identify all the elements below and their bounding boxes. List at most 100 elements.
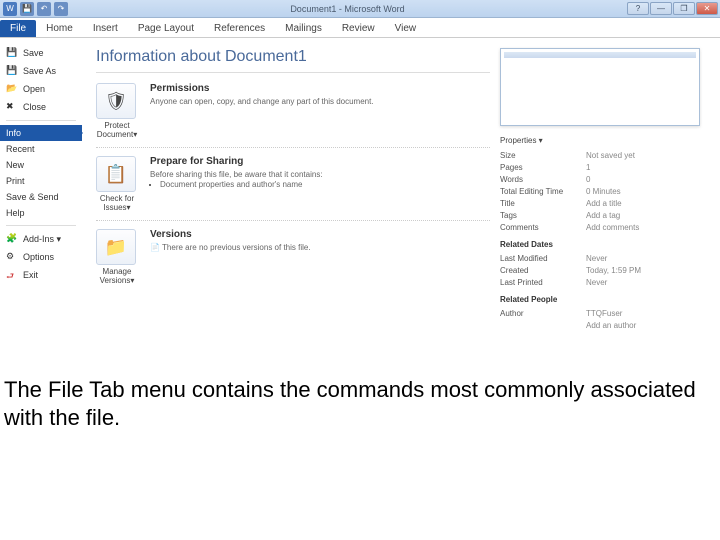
prop-value: 1 <box>586 163 590 172</box>
prop-row: TagsAdd a tag <box>500 211 706 220</box>
prop-key: Last Printed <box>500 278 586 287</box>
sidebar-item-label: New <box>6 160 24 170</box>
prop-row: Last ModifiedNever <box>500 254 706 263</box>
section-list-item: Document properties and author's name <box>160 180 490 190</box>
prop-row: TitleAdd a title <box>500 199 706 208</box>
button-label: Manage Versions▾ <box>100 267 135 285</box>
sidebar-item-new[interactable]: New <box>0 157 82 173</box>
sidebar-item-save[interactable]: 💾 Save <box>0 44 82 62</box>
tab-insert[interactable]: Insert <box>83 20 128 37</box>
sidebar-item-label: Help <box>6 208 25 218</box>
undo-icon[interactable]: ↶ <box>37 2 51 16</box>
sidebar-item-save-as[interactable]: 💾 Save As <box>0 62 82 80</box>
document-preview[interactable] <box>500 48 700 126</box>
prop-value[interactable]: Add comments <box>586 223 639 232</box>
prop-value: Never <box>586 254 607 263</box>
prop-key: Size <box>500 151 586 160</box>
save-icon[interactable]: 💾 <box>20 2 34 16</box>
prop-key: Tags <box>500 211 586 220</box>
sidebar-item-label: Save <box>23 48 44 58</box>
sidebar-item-label: Add-Ins ▾ <box>23 234 61 245</box>
exit-icon: ⮐ <box>6 269 18 281</box>
options-icon: ⚙ <box>6 251 18 263</box>
sidebar-item-label: Exit <box>23 270 38 280</box>
prop-row: Last PrintedNever <box>500 278 706 287</box>
check-issues-button[interactable]: 📋 Check for Issues▾ <box>96 156 138 212</box>
close-button[interactable]: ✕ <box>696 2 718 15</box>
prop-value[interactable]: Add a title <box>586 199 622 208</box>
prop-value: 0 <box>586 175 590 184</box>
prop-value: Never <box>586 278 607 287</box>
button-label: Check for Issues▾ <box>100 194 134 212</box>
versions-note-icon: 📄 <box>150 243 162 252</box>
versions-icon: 📁 <box>105 237 127 258</box>
ribbon-tabs: File Home Insert Page Layout References … <box>0 18 720 38</box>
prop-row: CommentsAdd comments <box>500 223 706 232</box>
properties-column: Properties ▾ SizeNot saved yet Pages1 Wo… <box>500 48 706 362</box>
tab-view[interactable]: View <box>385 20 427 37</box>
sidebar-item-print[interactable]: Print <box>0 173 82 189</box>
prop-value[interactable]: Add a tag <box>586 211 620 220</box>
tab-mailings[interactable]: Mailings <box>275 20 332 37</box>
tab-page-layout[interactable]: Page Layout <box>128 20 204 37</box>
sidebar-item-options[interactable]: ⚙ Options <box>0 248 82 266</box>
sidebar-item-save-send[interactable]: Save & Send <box>0 189 82 205</box>
tab-file[interactable]: File <box>0 20 36 37</box>
prop-value: TTQFuser <box>586 309 622 318</box>
sidebar-item-label: Recent <box>6 144 35 154</box>
section-prepare-sharing: 📋 Check for Issues▾ Prepare for Sharing … <box>96 156 490 221</box>
help-button[interactable]: ? <box>627 2 649 15</box>
sidebar-item-label: Options <box>23 252 54 262</box>
save-as-icon: 💾 <box>6 65 18 77</box>
divider <box>96 72 490 73</box>
section-permissions: 🛡 Protect Document▾ Permissions Anyone c… <box>96 83 490 148</box>
minimize-button[interactable]: — <box>650 2 672 15</box>
tab-home[interactable]: Home <box>36 20 83 37</box>
related-dates-heading: Related Dates <box>500 240 706 249</box>
quick-access-toolbar: W 💾 ↶ ↷ <box>0 2 68 16</box>
properties-header[interactable]: Properties ▾ <box>500 136 706 145</box>
sidebar-item-label: Close <box>23 102 46 112</box>
section-note: There are no previous versions of this f… <box>162 243 311 252</box>
backstage-main: Information about Document1 🛡 Protect Do… <box>82 38 720 368</box>
protect-document-button[interactable]: 🛡 Protect Document▾ <box>96 83 138 139</box>
save-icon: 💾 <box>6 47 18 59</box>
redo-icon[interactable]: ↷ <box>54 2 68 16</box>
prop-row: SizeNot saved yet <box>500 151 706 160</box>
prop-row: Add an author <box>500 321 706 330</box>
open-icon: 📂 <box>6 83 18 95</box>
prop-row: CreatedToday, 1:59 PM <box>500 266 706 275</box>
sidebar-item-help[interactable]: Help <box>0 205 82 221</box>
button-label: Protect Document▾ <box>97 121 137 139</box>
word-icon: W <box>3 2 17 16</box>
prop-row: AuthorTTQFuser <box>500 309 706 318</box>
tab-review[interactable]: Review <box>332 20 385 37</box>
section-heading: Permissions <box>150 83 490 94</box>
section-text: Before sharing this file, be aware that … <box>150 170 490 191</box>
maximize-button[interactable]: ❐ <box>673 2 695 15</box>
section-versions: 📁 Manage Versions▾ Versions 📄 There are … <box>96 229 490 293</box>
sidebar-item-exit[interactable]: ⮐ Exit <box>0 266 82 284</box>
sidebar-item-label: Save & Send <box>6 192 59 202</box>
titlebar: W 💾 ↶ ↷ Document1 - Microsoft Word ? — ❐… <box>0 0 720 18</box>
sidebar-item-recent[interactable]: Recent <box>0 141 82 157</box>
info-column: Information about Document1 🛡 Protect Do… <box>96 48 490 362</box>
prop-value[interactable]: Add an author <box>586 321 636 330</box>
prop-key: Title <box>500 199 586 208</box>
related-people-heading: Related People <box>500 295 706 304</box>
sidebar-item-info[interactable]: Info <box>0 125 82 141</box>
prop-row: Words0 <box>500 175 706 184</box>
prop-key: Last Modified <box>500 254 586 263</box>
sidebar-item-label: Save As <box>23 66 56 76</box>
sidebar-item-open[interactable]: 📂Open <box>0 80 82 98</box>
manage-versions-button[interactable]: 📁 Manage Versions▾ <box>96 229 138 285</box>
prop-value: 0 Minutes <box>586 187 621 196</box>
sidebar-item-close[interactable]: ✖Close <box>0 98 82 116</box>
backstage-sidebar: 💾Save 💾Save As 📂Open ✖Close Info Recent … <box>0 38 82 368</box>
prop-key: Author <box>500 309 586 318</box>
section-heading: Versions <box>150 229 490 240</box>
sidebar-item-addins[interactable]: 🧩Add-Ins ▾ <box>0 230 82 248</box>
window-title: Document1 - Microsoft Word <box>68 4 627 14</box>
shield-icon: 🛡 <box>105 91 128 112</box>
tab-references[interactable]: References <box>204 20 275 37</box>
